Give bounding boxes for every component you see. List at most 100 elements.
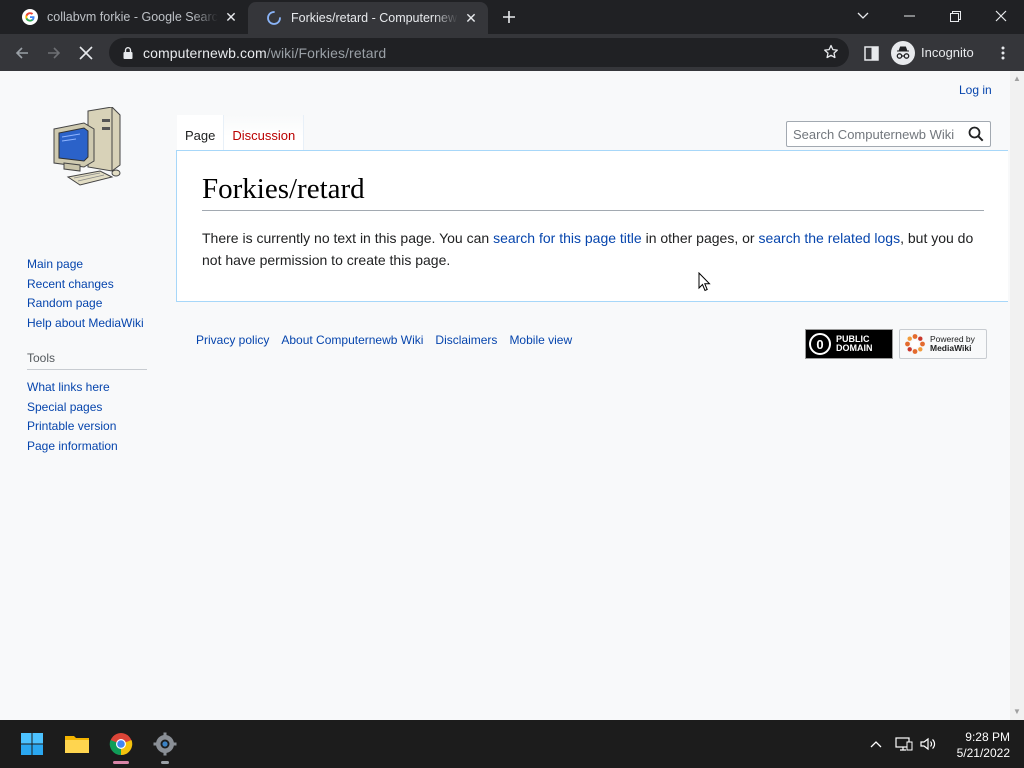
- mouse-cursor-icon: [698, 272, 711, 292]
- tab-forkies-retard[interactable]: Forkies/retard - Computernewb Wiki ✕: [248, 2, 488, 34]
- restore-button[interactable]: [932, 0, 978, 32]
- sidebar-item-page-information[interactable]: Page information: [27, 439, 151, 459]
- incognito-icon: [891, 40, 915, 65]
- public-domain-icon: 0: [809, 333, 831, 355]
- scroll-down-arrow-icon[interactable]: ▼: [1013, 708, 1021, 716]
- footer-mobile-view[interactable]: Mobile view: [509, 333, 572, 347]
- clock-time: 9:28 PM: [965, 730, 1010, 744]
- close-icon: [79, 46, 93, 60]
- menu-button[interactable]: [989, 39, 1017, 67]
- sidebar-tools-heading: Tools: [27, 351, 147, 370]
- minimize-button[interactable]: [886, 0, 932, 32]
- sidebar-item-help[interactable]: Help about MediaWiki: [27, 316, 151, 336]
- incognito-label: Incognito: [921, 45, 974, 60]
- page-tabs: Page Discussion: [177, 115, 305, 151]
- body-text: in other pages, or: [641, 230, 759, 246]
- taskbar-file-explorer[interactable]: [61, 728, 93, 760]
- taskbar: 9:28 PM 5/21/2022: [0, 720, 1024, 768]
- footer-disclaimers[interactable]: Disclaimers: [435, 333, 497, 347]
- incognito-indicator[interactable]: Incognito: [891, 39, 974, 66]
- forward-button[interactable]: [40, 39, 68, 67]
- clock-date: 5/21/2022: [956, 746, 1010, 760]
- tab-google-search[interactable]: collabvm forkie - Google Search ✕: [4, 0, 248, 34]
- close-tab-icon[interactable]: ✕: [222, 8, 240, 26]
- arrow-right-icon: [48, 47, 61, 59]
- network-tray-button[interactable]: [894, 734, 914, 754]
- chrome-icon: [109, 733, 133, 756]
- page-title: Forkies/retard: [202, 171, 984, 211]
- taskbar-chrome[interactable]: [105, 728, 137, 764]
- wiki-logo-computer-icon[interactable]: [50, 107, 126, 193]
- show-hidden-icons-button[interactable]: [866, 734, 886, 754]
- footer-privacy-policy[interactable]: Privacy policy: [196, 333, 269, 347]
- start-icon: [21, 733, 43, 755]
- mediawiki-flower-icon: [905, 334, 925, 354]
- running-app-indicator: [161, 761, 169, 764]
- page-body-text: There is currently no text in this page.…: [202, 227, 987, 271]
- search-icon[interactable]: [968, 126, 984, 142]
- restore-icon: [949, 10, 961, 22]
- start-button[interactable]: [16, 728, 48, 760]
- tab-search-button[interactable]: [840, 0, 886, 32]
- sidebar: Main page Recent changes Random page Hel…: [27, 257, 151, 458]
- search-input[interactable]: [793, 126, 963, 142]
- system-clock[interactable]: 9:28 PM 5/21/2022: [940, 729, 1010, 761]
- badge-line: DOMAIN: [836, 343, 873, 353]
- url-text: computernewb.com/wiki/Forkies/retard: [143, 45, 386, 61]
- arrow-left-icon: [15, 47, 28, 59]
- sidebar-item-what-links-here[interactable]: What links here: [27, 380, 151, 400]
- footer-about[interactable]: About Computernewb Wiki: [281, 333, 423, 347]
- sidebar-tools: What links here Special pages Printable …: [27, 380, 151, 458]
- tab-strip: collabvm forkie - Google Search ✕ Forkie…: [0, 0, 1024, 34]
- body-text: There is currently no text in this page.…: [202, 230, 494, 246]
- tab-discussion[interactable]: Discussion: [223, 115, 305, 151]
- scroll-up-arrow-icon[interactable]: ▲: [1013, 75, 1021, 83]
- public-domain-text: PUBLIC DOMAIN: [836, 335, 873, 353]
- sidebar-item-main-page[interactable]: Main page: [27, 257, 151, 277]
- search-related-logs-link[interactable]: search the related logs: [758, 230, 900, 246]
- side-panel-button[interactable]: [857, 39, 885, 67]
- sidebar-navigation: Main page Recent changes Random page Hel…: [27, 257, 151, 335]
- new-tab-button[interactable]: [498, 6, 520, 28]
- chevron-down-icon: [857, 12, 869, 19]
- page-scrollbar[interactable]: ▲ ▼: [1010, 71, 1024, 720]
- minimize-icon: [903, 15, 915, 17]
- loading-spinner-icon: [267, 11, 281, 25]
- star-icon[interactable]: [823, 44, 839, 60]
- footer-links: Privacy policy About Computernewb Wiki D…: [196, 333, 572, 347]
- lock-icon[interactable]: [121, 46, 135, 60]
- close-tab-icon[interactable]: ✕: [462, 9, 480, 27]
- public-domain-badge[interactable]: 0 PUBLIC DOMAIN: [805, 329, 893, 359]
- mediawiki-badge-text: Powered by MediaWiki: [930, 335, 975, 353]
- badge-line: MediaWiki: [930, 343, 972, 353]
- volume-icon: [920, 737, 936, 751]
- back-button[interactable]: [8, 39, 36, 67]
- more-vertical-icon: [1001, 46, 1005, 60]
- sidebar-item-random-page[interactable]: Random page: [27, 296, 151, 316]
- powered-by-mediawiki-badge[interactable]: Powered by MediaWiki: [899, 329, 987, 359]
- tab-title: Forkies/retard - Computernewb Wiki: [291, 11, 458, 25]
- login-link[interactable]: Log in: [959, 83, 992, 97]
- search-page-title-link[interactable]: search for this page title: [493, 230, 642, 246]
- content-area: Forkies/retard There is currently no tex…: [176, 150, 1008, 302]
- close-window-button[interactable]: [978, 0, 1024, 32]
- url-domain: computernewb.com: [143, 44, 267, 61]
- close-icon: [995, 10, 1007, 22]
- sidebar-item-recent-changes[interactable]: Recent changes: [27, 277, 151, 297]
- active-app-indicator: [113, 761, 129, 764]
- settings-icon: [153, 732, 177, 756]
- volume-tray-button[interactable]: [918, 734, 938, 754]
- taskbar-settings[interactable]: [149, 728, 181, 764]
- tab-page[interactable]: Page: [177, 115, 224, 151]
- wiki-search-box: [786, 121, 991, 147]
- page-viewport: Log in Main page Recent changes Random p…: [0, 71, 1024, 720]
- address-bar[interactable]: computernewb.com/wiki/Forkies/retard: [109, 38, 849, 67]
- url-path: /wiki/Forkies/retard: [266, 44, 387, 61]
- stop-loading-button[interactable]: [72, 39, 100, 67]
- browser-toolbar: computernewb.com/wiki/Forkies/retard Inc…: [0, 34, 1024, 71]
- sidebar-item-special-pages[interactable]: Special pages: [27, 400, 151, 420]
- file-explorer-icon: [65, 736, 89, 753]
- side-panel-icon: [863, 45, 879, 61]
- sidebar-item-printable-version[interactable]: Printable version: [27, 419, 151, 439]
- tab-title: collabvm forkie - Google Search: [47, 10, 218, 24]
